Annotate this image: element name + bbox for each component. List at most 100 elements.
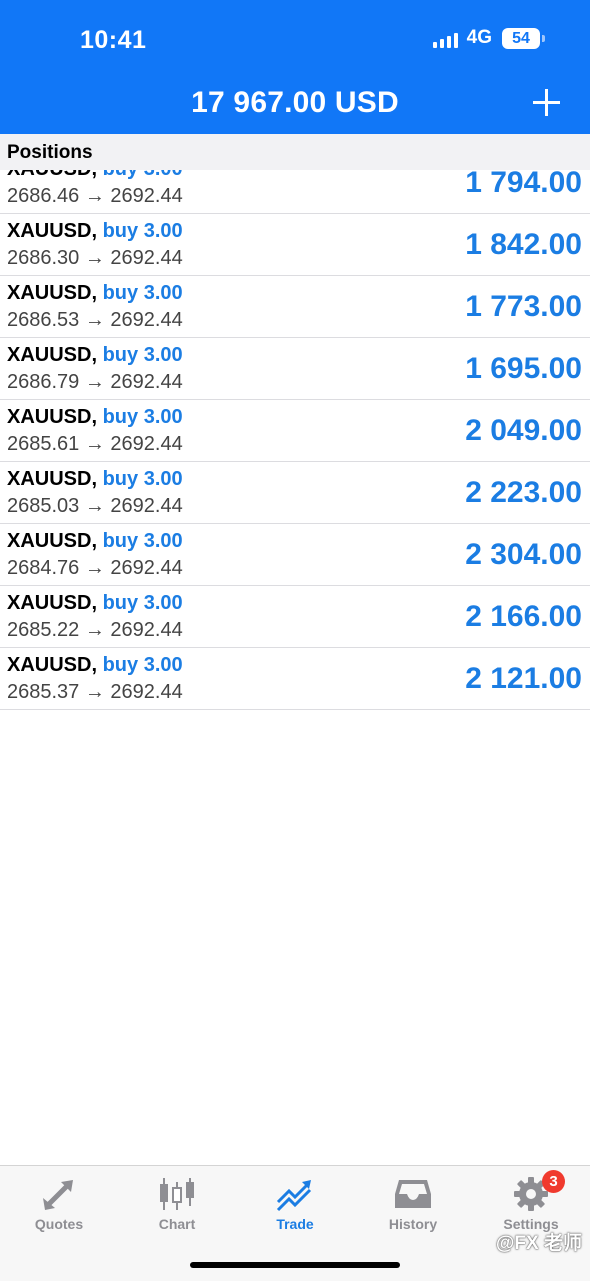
position-row[interactable]: XAUUSD, buy 3.00 2685.61 → 2692.44 2 049… bbox=[0, 400, 590, 462]
position-symbol-line: XAUUSD, buy 3.00 bbox=[7, 344, 183, 367]
position-prices: 2685.37 → 2692.44 bbox=[7, 681, 183, 704]
tab-chart[interactable]: Chart bbox=[118, 1166, 236, 1246]
position-prices: 2684.76 → 2692.44 bbox=[7, 557, 183, 580]
position-direction: buy 3.00 bbox=[102, 654, 183, 676]
position-row[interactable]: XAUUSD, buy 3.00 2686.30 → 2692.44 1 842… bbox=[0, 214, 590, 276]
open-price: 2685.03 bbox=[7, 495, 80, 517]
position-symbol: XAUUSD, bbox=[7, 344, 98, 366]
position-prices: 2686.30 → 2692.44 bbox=[7, 247, 183, 270]
current-price: 2692.44 bbox=[110, 433, 183, 455]
arrow-right-icon: → bbox=[84, 495, 105, 517]
position-prices: 2685.22 → 2692.44 bbox=[7, 619, 183, 642]
arrow-right-icon: → bbox=[84, 371, 105, 393]
position-direction: buy 3.00 bbox=[102, 406, 183, 428]
arrow-right-icon: → bbox=[84, 247, 105, 269]
position-symbol-line: XAUUSD, buy 3.00 bbox=[7, 170, 183, 181]
position-row[interactable]: XAUUSD, buy 3.00 2686.46 → 2692.44 1 794… bbox=[0, 170, 590, 214]
notification-badge: 3 bbox=[542, 1170, 565, 1193]
position-prices: 2686.46 → 2692.44 bbox=[7, 185, 183, 208]
position-symbol: XAUUSD, bbox=[7, 170, 97, 180]
current-price: 2692.44 bbox=[110, 185, 183, 207]
position-symbol-line: XAUUSD, buy 3.00 bbox=[7, 220, 183, 243]
arrow-right-icon: → bbox=[84, 681, 105, 703]
position-direction: buy 3.00 bbox=[102, 282, 183, 304]
arrow-right-icon: → bbox=[84, 185, 105, 207]
position-profit: 1 794.00 bbox=[465, 170, 582, 199]
position-symbol: XAUUSD, bbox=[7, 220, 98, 242]
position-profit: 2 223.00 bbox=[465, 476, 582, 509]
tab-quotes[interactable]: Quotes bbox=[0, 1166, 118, 1246]
current-price: 2692.44 bbox=[110, 619, 183, 641]
plus-icon[interactable] bbox=[532, 87, 562, 119]
position-prices: 2685.61 → 2692.44 bbox=[7, 433, 183, 456]
arrow-right-icon: → bbox=[84, 433, 105, 455]
battery-icon: 54 bbox=[502, 27, 545, 49]
position-direction: buy 3.00 bbox=[102, 344, 183, 366]
positions-title: Positions bbox=[7, 142, 93, 163]
position-row[interactable]: XAUUSD, buy 3.00 2685.03 → 2692.44 2 223… bbox=[0, 462, 590, 524]
current-price: 2692.44 bbox=[110, 681, 183, 703]
current-price: 2692.44 bbox=[110, 371, 183, 393]
position-row[interactable]: XAUUSD, buy 3.00 2684.76 → 2692.44 2 304… bbox=[0, 524, 590, 586]
inbox-icon bbox=[395, 1180, 431, 1208]
position-symbol-line: XAUUSD, buy 3.00 bbox=[7, 468, 183, 491]
position-profit: 1 773.00 bbox=[465, 290, 582, 323]
position-profit: 2 049.00 bbox=[465, 414, 582, 447]
open-price: 2685.37 bbox=[7, 681, 80, 703]
open-price: 2686.79 bbox=[7, 371, 80, 393]
tab-label: Quotes bbox=[34, 1216, 84, 1232]
open-price: 2686.30 bbox=[7, 247, 80, 269]
current-price: 2692.44 bbox=[110, 495, 183, 517]
home-indicator[interactable] bbox=[190, 1262, 400, 1268]
position-symbol: XAUUSD, bbox=[7, 530, 98, 552]
current-price: 2692.44 bbox=[110, 247, 183, 269]
position-direction: buy 3.00 bbox=[102, 220, 183, 242]
position-prices: 2686.79 → 2692.44 bbox=[7, 371, 183, 394]
position-symbol: XAUUSD, bbox=[7, 592, 98, 614]
position-direction: buy 3.00 bbox=[102, 530, 183, 552]
position-profit: 2 304.00 bbox=[465, 538, 582, 571]
position-row[interactable]: XAUUSD, buy 3.00 2685.22 → 2692.44 2 166… bbox=[0, 586, 590, 648]
watermark: @FX 老师 bbox=[495, 1233, 582, 1254]
tab-label: Chart bbox=[158, 1216, 196, 1232]
position-symbol: XAUUSD, bbox=[7, 406, 98, 428]
open-price: 2685.61 bbox=[7, 433, 80, 455]
status-indicators: 4G 54 bbox=[432, 27, 545, 49]
position-row[interactable]: XAUUSD, buy 3.00 2686.53 → 2692.44 1 773… bbox=[0, 276, 590, 338]
network-type: 4G bbox=[466, 27, 492, 48]
position-symbol-line: XAUUSD, buy 3.00 bbox=[7, 592, 183, 615]
current-price: 2692.44 bbox=[110, 557, 183, 579]
tab-trade[interactable]: Trade bbox=[236, 1166, 354, 1246]
trade-trend-icon bbox=[276, 1180, 312, 1212]
open-price: 2686.46 bbox=[7, 185, 80, 207]
tab-label: Trade bbox=[276, 1216, 314, 1232]
positions-list[interactable]: XAUUSD, buy 3.00 2686.46 → 2692.44 1 794… bbox=[0, 170, 590, 710]
arrow-right-icon: → bbox=[84, 619, 105, 641]
open-price: 2684.76 bbox=[7, 557, 80, 579]
position-direction: buy 3.00 bbox=[103, 170, 183, 180]
cellular-signal-icon bbox=[432, 28, 458, 48]
position-symbol-line: XAUUSD, buy 3.00 bbox=[7, 282, 183, 305]
position-prices: 2686.53 → 2692.44 bbox=[7, 309, 183, 332]
position-symbol: XAUUSD, bbox=[7, 654, 98, 676]
open-price: 2686.53 bbox=[7, 309, 80, 331]
app-header: 10:41 4G 54 17 967.00 USD bbox=[0, 0, 590, 134]
current-price: 2692.44 bbox=[110, 309, 183, 331]
position-row[interactable]: XAUUSD, buy 3.00 2685.37 → 2692.44 2 121… bbox=[0, 648, 590, 710]
quotes-arrows-icon bbox=[43, 1180, 73, 1210]
position-symbol-line: XAUUSD, buy 3.00 bbox=[7, 530, 183, 553]
position-symbol: XAUUSD, bbox=[7, 468, 98, 490]
position-profit: 2 121.00 bbox=[465, 662, 582, 695]
position-symbol-line: XAUUSD, buy 3.00 bbox=[7, 654, 183, 677]
tab-history[interactable]: History bbox=[354, 1166, 472, 1246]
position-symbol: XAUUSD, bbox=[7, 282, 98, 304]
positions-section-header: Positions bbox=[0, 134, 590, 170]
open-price: 2685.22 bbox=[7, 619, 80, 641]
arrow-right-icon: → bbox=[84, 309, 105, 331]
position-direction: buy 3.00 bbox=[102, 592, 183, 614]
status-time: 10:41 bbox=[80, 26, 147, 54]
position-symbol-line: XAUUSD, buy 3.00 bbox=[7, 406, 183, 429]
position-row[interactable]: XAUUSD, buy 3.00 2686.79 → 2692.44 1 695… bbox=[0, 338, 590, 400]
position-prices: 2685.03 → 2692.44 bbox=[7, 495, 183, 518]
position-direction: buy 3.00 bbox=[102, 468, 183, 490]
